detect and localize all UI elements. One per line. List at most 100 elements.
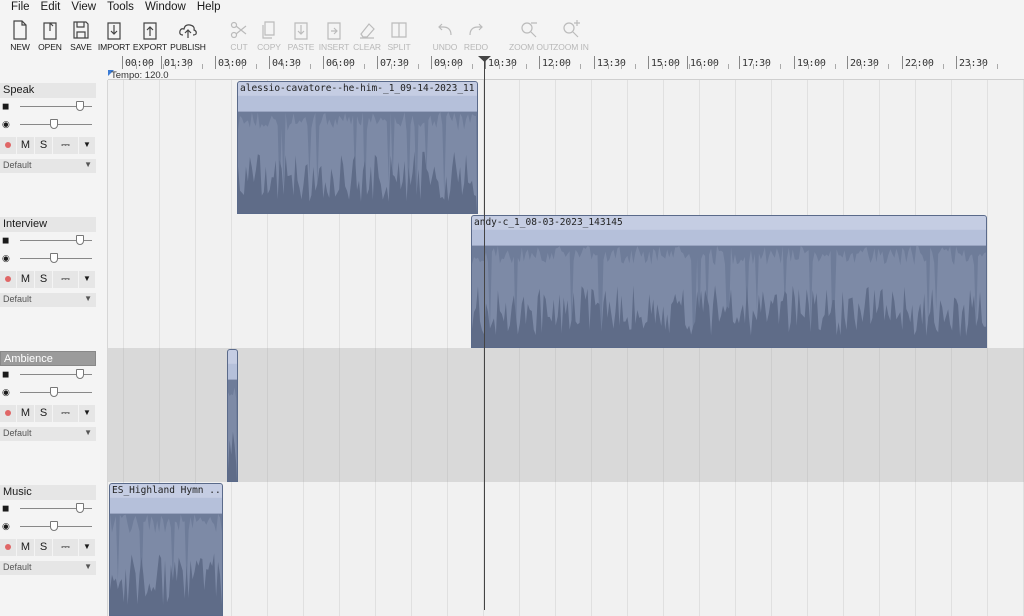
zoom-in-button[interactable]: ZOOM IN <box>551 20 591 52</box>
waveform <box>238 82 477 213</box>
mute-button[interactable]: M <box>17 271 35 288</box>
track-lane[interactable]: alessio-cavatore--he-him-_1_09-14-2023_1… <box>108 80 1024 214</box>
audio-clip[interactable]: ES_Highland Hymn ... <box>109 483 223 616</box>
grid-line <box>879 482 880 616</box>
preset-dropdown[interactable]: Default ▼ <box>0 561 96 575</box>
menu-tools[interactable]: Tools <box>101 0 139 16</box>
record-arm-button[interactable] <box>0 405 17 422</box>
track-menu-button[interactable]: ▼ <box>79 539 96 556</box>
volume-slider[interactable]: ◼ <box>2 234 94 248</box>
record-arm-button[interactable] <box>0 539 17 556</box>
grid-line <box>699 348 700 482</box>
track-name[interactable]: Ambience <box>0 351 96 366</box>
solo-button[interactable]: S <box>35 137 53 154</box>
ruler-tick <box>539 56 540 69</box>
menu-view[interactable]: View <box>65 0 101 16</box>
preset-dropdown[interactable]: Default ▼ <box>0 427 96 441</box>
effects-button[interactable]: ⎓ <box>53 539 79 556</box>
import-button[interactable]: IMPORT <box>94 20 134 52</box>
record-arm-button[interactable] <box>0 271 17 288</box>
ruler-tick <box>122 56 123 69</box>
menu-file[interactable]: File <box>0 0 35 16</box>
ruler-minor-tick <box>188 64 189 69</box>
track-name[interactable]: Interview <box>0 217 96 232</box>
audio-clip[interactable]: andy-c_1_08-03-2023_143145 <box>471 215 987 348</box>
track-menu-button[interactable]: ▼ <box>79 137 96 154</box>
pan-slider[interactable]: ◉ <box>2 520 94 534</box>
grid-line <box>195 348 196 482</box>
track-menu-button[interactable]: ▼ <box>79 271 96 288</box>
track-name[interactable]: Speak <box>0 83 96 98</box>
volume-slider-thumb[interactable] <box>76 101 84 111</box>
grid-line <box>519 80 520 214</box>
grid-line <box>195 80 196 214</box>
playhead[interactable] <box>484 56 485 610</box>
mute-button[interactable]: M <box>17 405 35 422</box>
audio-clip[interactable] <box>227 349 238 482</box>
speaker-icon: ◼ <box>2 235 10 245</box>
pan-slider-thumb[interactable] <box>50 119 58 129</box>
volume-slider[interactable]: ◼ <box>2 502 94 516</box>
pan-slider-thumb[interactable] <box>50 253 58 263</box>
ruler-minor-tick <box>969 64 971 69</box>
pan-slider[interactable]: ◉ <box>2 252 94 266</box>
preset-dropdown[interactable]: Default ▼ <box>0 293 96 307</box>
ruler-minor-tick <box>700 64 702 69</box>
grid-line <box>987 348 988 482</box>
ruler-minor-tick <box>834 64 836 69</box>
pan-slider[interactable]: ◉ <box>2 386 94 400</box>
pan-slider[interactable]: ◉ <box>2 118 94 132</box>
volume-slider-thumb[interactable] <box>76 235 84 245</box>
effects-button[interactable]: ⎓ <box>53 137 79 154</box>
grid-line <box>339 482 340 616</box>
menu-help[interactable]: Help <box>191 0 226 16</box>
timeline-ruler[interactable]: Tempo: 120.0 00:00 01:30 03:00 04:30 06:00 07… <box>108 56 1024 81</box>
track-menu-button[interactable]: ▼ <box>79 405 96 422</box>
mute-button[interactable]: M <box>17 539 35 556</box>
grid-line <box>123 80 124 214</box>
track-lane[interactable] <box>108 348 1024 482</box>
volume-slider-thumb[interactable] <box>76 369 84 379</box>
menu-edit[interactable]: Edit <box>35 0 66 16</box>
grid-line <box>915 80 916 214</box>
grid-line <box>951 80 952 214</box>
caret-down-icon: ▼ <box>84 428 92 437</box>
track-name[interactable]: Music <box>0 485 96 500</box>
record-dot-icon <box>5 276 11 283</box>
pan-slider-thumb[interactable] <box>50 521 58 531</box>
grid-line <box>591 482 592 616</box>
solo-button[interactable]: S <box>35 271 53 288</box>
track-music: Music ◼ ◉ M S ⎓ ▼ Default ▼ ES_Highland Hymn ... <box>0 482 1024 616</box>
grid-line <box>627 482 628 616</box>
paste-icon <box>294 22 308 40</box>
effects-button[interactable]: ⎓ <box>53 271 79 288</box>
record-arm-button[interactable] <box>0 137 17 154</box>
ruler-minor-tick <box>135 64 137 69</box>
track-lane[interactable]: andy-c_1_08-03-2023_143145 <box>108 214 1024 348</box>
preset-dropdown[interactable]: Default ▼ <box>0 159 96 173</box>
publish-button[interactable]: PUBLISH <box>168 20 208 52</box>
pan-slider-thumb[interactable] <box>50 387 58 397</box>
zoom-out-button[interactable]: ZOOM OUT <box>509 20 554 52</box>
redo-button[interactable]: REDO <box>456 20 496 52</box>
record-dot-icon <box>5 142 11 149</box>
menu-window[interactable]: Window <box>139 0 191 16</box>
grid-line <box>591 80 592 214</box>
grid-line <box>771 348 772 482</box>
volume-slider[interactable]: ◼ <box>2 368 94 382</box>
split-button[interactable]: SPLIT <box>379 20 419 52</box>
track-lane[interactable]: ES_Highland Hymn ... <box>108 482 1024 616</box>
effects-button[interactable]: ⎓ <box>53 405 79 422</box>
export-button[interactable]: EXPORT <box>130 20 170 52</box>
ruler-tick <box>431 56 432 69</box>
grid-line <box>303 482 304 616</box>
toolbar: NEW OPEN SAVE IMPORT EXPORT PUBLISH CUT COPY PAS… <box>0 16 1024 56</box>
mute-button[interactable]: M <box>17 137 35 154</box>
solo-button[interactable]: S <box>35 405 53 422</box>
playhead-handle-icon[interactable] <box>478 56 491 62</box>
audio-clip[interactable]: alessio-cavatore--he-him-_1_09-14-2023_1… <box>237 81 478 214</box>
solo-button[interactable]: S <box>35 539 53 556</box>
volume-slider[interactable]: ◼ <box>2 100 94 114</box>
volume-slider-thumb[interactable] <box>76 503 84 513</box>
speaker-icon: ◼ <box>2 369 10 379</box>
